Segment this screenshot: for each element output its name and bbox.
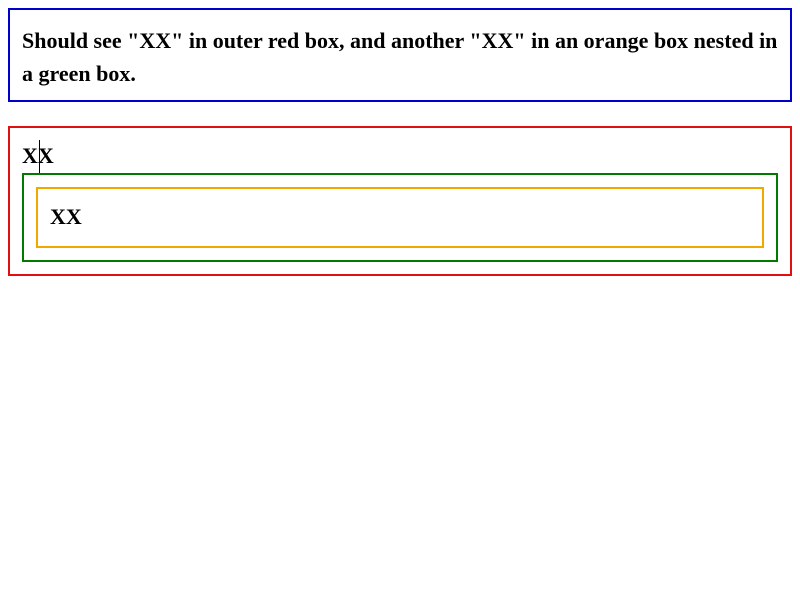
inner-box-text: XX — [50, 204, 82, 229]
text-caret — [39, 140, 40, 173]
instructions-box: Should see "XX" in outer red box, and an… — [8, 8, 792, 102]
orange-box: XX — [36, 187, 764, 248]
outer-box-text: XX — [22, 143, 54, 168]
green-box: XX — [22, 173, 778, 262]
outer-red-box: XX XX — [8, 126, 792, 276]
instructions-text: Should see "XX" in outer red box, and an… — [22, 28, 778, 86]
